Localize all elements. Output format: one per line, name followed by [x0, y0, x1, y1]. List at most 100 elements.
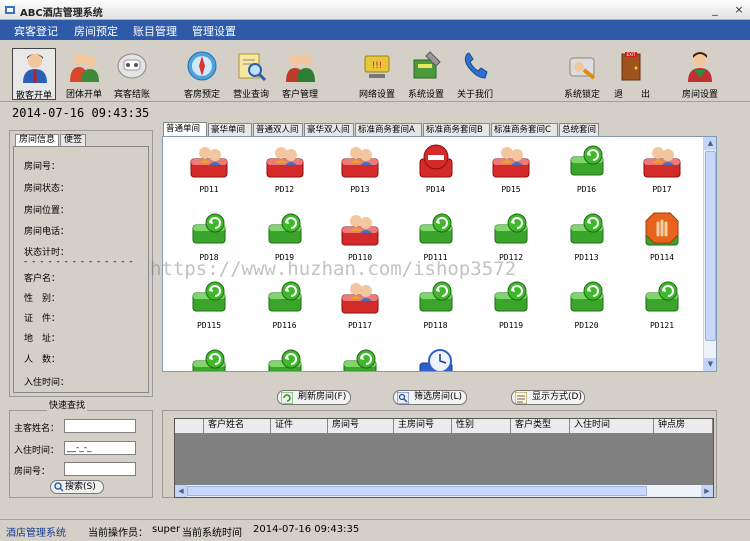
- room-grid-scrollbar[interactable]: ▲ ▼: [703, 137, 716, 371]
- tab-notes[interactable]: 便签: [60, 134, 87, 146]
- room-tile[interactable]: PD113: [557, 211, 617, 271]
- room-tile[interactable]: PD119: [481, 279, 541, 339]
- tab-standard-double[interactable]: 普通双人间: [253, 123, 303, 136]
- display-mode-button[interactable]: 显示方式(D): [511, 390, 585, 405]
- room-label: PD11: [199, 185, 219, 194]
- col-hourly-room[interactable]: 钟点房: [654, 419, 713, 433]
- col-checkin-time[interactable]: 入住时间: [570, 419, 654, 433]
- tab-business-suite-a[interactable]: 标准商务套间A: [355, 123, 422, 136]
- room-reserved-icon: [419, 349, 452, 371]
- minimize-button[interactable]: _: [708, 3, 722, 17]
- room-reservation-button[interactable]: 客房预定: [180, 48, 224, 100]
- col-room-number[interactable]: 房间号: [328, 419, 394, 433]
- close-button[interactable]: ×: [732, 3, 746, 17]
- system-settings-button[interactable]: 系统设置: [404, 48, 448, 100]
- room-vacant-icon: [645, 281, 679, 312]
- scroll-left-arrow[interactable]: ◀: [175, 485, 187, 497]
- col-id-document[interactable]: 证件: [271, 419, 328, 433]
- field-room-location: 房间位置：: [24, 206, 70, 216]
- room-tile[interactable]: PD121: [632, 279, 692, 339]
- system-lock-button[interactable]: 系统锁定: [560, 48, 604, 100]
- business-query-button[interactable]: 营业查询: [229, 48, 273, 100]
- checkout-icon: [117, 53, 147, 79]
- scroll-right-arrow[interactable]: ▶: [701, 485, 713, 497]
- filter-rooms-button[interactable]: 筛选房间(L): [393, 390, 467, 405]
- room-tile[interactable]: PD116: [255, 279, 315, 339]
- room-tile[interactable]: PD17: [632, 143, 692, 203]
- search-report-icon: [238, 53, 267, 82]
- customer-management-button[interactable]: 客户管理: [278, 48, 322, 100]
- room-label: PD121: [649, 321, 675, 330]
- room-tile[interactable]: PD112: [481, 211, 541, 271]
- room-tile[interactable]: PD118: [406, 279, 466, 339]
- checkin-time-input[interactable]: __-_-_: [64, 441, 136, 455]
- room-settings-button[interactable]: 房间设置: [678, 48, 722, 100]
- col-customer-name[interactable]: 客户姓名: [204, 419, 271, 433]
- scroll-up-arrow[interactable]: ▲: [704, 137, 716, 150]
- room-tile[interactable]: [179, 347, 239, 371]
- room-occupied-icon: [266, 147, 303, 178]
- room-tile[interactable]: PD16: [557, 143, 617, 203]
- network-icon: !!!: [364, 55, 390, 78]
- guest-name-input[interactable]: [64, 419, 136, 433]
- filter-icon: [397, 392, 409, 404]
- room-number-input[interactable]: [64, 462, 136, 476]
- group-checkin-button[interactable]: 团体开单: [62, 48, 106, 100]
- status-operator-label: 当前操作员：: [88, 528, 148, 539]
- field-room-status: 房间状态：: [24, 184, 70, 194]
- tab-business-suite-b[interactable]: 标准商务套间B: [423, 123, 490, 136]
- customer-icon: [286, 54, 315, 82]
- refresh-rooms-button[interactable]: 刷新房间(F): [277, 390, 351, 405]
- guest-table: 客户姓名 证件 房间号 主房间号 性别 客户类型 入住时间 钟点房 ◀ ▶: [174, 418, 714, 498]
- walkin-guest-icon: [23, 54, 47, 83]
- exit-button[interactable]: EXIT 退 出: [610, 48, 654, 100]
- search-button[interactable]: 搜索(S): [50, 480, 104, 494]
- search-button-label: 搜索(S): [65, 482, 96, 492]
- room-vacant-icon: [494, 213, 528, 244]
- walkin-checkin-button[interactable]: 散客开单: [12, 48, 56, 101]
- col-gender[interactable]: 性别: [452, 419, 511, 433]
- room-vacant-icon: [419, 213, 452, 244]
- tab-presidential-suite[interactable]: 总统套间: [559, 123, 599, 136]
- scroll-thumb[interactable]: [705, 151, 716, 341]
- col-main-room-number[interactable]: 主房间号: [394, 419, 452, 433]
- tab-business-suite-c[interactable]: 标准商务套间C: [491, 123, 558, 136]
- horizontal-scroll-thumb[interactable]: [187, 486, 647, 496]
- room-label: PD116: [272, 321, 297, 330]
- menu-guest-registration[interactable]: 宾客登记: [14, 23, 58, 39]
- display-mode-icon: [515, 392, 527, 404]
- tab-room-info[interactable]: 房间信息: [15, 134, 60, 146]
- room-tile[interactable]: PD114: [632, 211, 692, 271]
- menu-room-booking[interactable]: 房间预定: [74, 23, 118, 39]
- menu-admin-settings[interactable]: 管理设置: [192, 23, 236, 39]
- room-tile[interactable]: PD115: [179, 279, 239, 339]
- room-tile[interactable]: PD120: [557, 279, 617, 339]
- room-tile[interactable]: PD11: [179, 143, 239, 203]
- tab-standard-single[interactable]: 普通单间: [163, 122, 207, 136]
- field-checkin-time: 入住时间：: [24, 378, 70, 388]
- room-tile[interactable]: PD111: [406, 211, 466, 271]
- room-tile[interactable]: PD18: [179, 211, 239, 271]
- room-tile[interactable]: PD19: [255, 211, 315, 271]
- room-tile[interactable]: [330, 347, 390, 371]
- about-us-button[interactable]: 关于我们: [453, 48, 497, 100]
- room-tile[interactable]: [406, 347, 466, 371]
- room-tile[interactable]: PD13: [330, 143, 390, 203]
- room-tile[interactable]: PD117: [330, 279, 390, 339]
- col-customer-type[interactable]: 客户类型: [511, 419, 570, 433]
- tab-deluxe-single[interactable]: 豪华单间: [208, 123, 252, 136]
- room-tile[interactable]: PD14: [406, 143, 466, 203]
- tab-deluxe-double[interactable]: 豪华双人间: [304, 123, 354, 136]
- guest-table-scrollbar[interactable]: ◀ ▶: [175, 485, 713, 497]
- room-tile[interactable]: PD15: [481, 143, 541, 203]
- room-occupied-icon: [492, 147, 530, 178]
- guest-checkout-button[interactable]: 宾客结账: [110, 48, 154, 100]
- scroll-down-arrow[interactable]: ▼: [704, 358, 716, 371]
- room-settings-icon: [688, 52, 712, 82]
- group-guest-icon: [70, 53, 99, 82]
- menu-accounts[interactable]: 账目管理: [133, 23, 177, 39]
- network-settings-button[interactable]: !!! 网络设置: [355, 48, 399, 100]
- room-tile[interactable]: [255, 347, 315, 371]
- room-tile[interactable]: PD12: [255, 143, 315, 203]
- room-tile[interactable]: PD110: [330, 211, 390, 271]
